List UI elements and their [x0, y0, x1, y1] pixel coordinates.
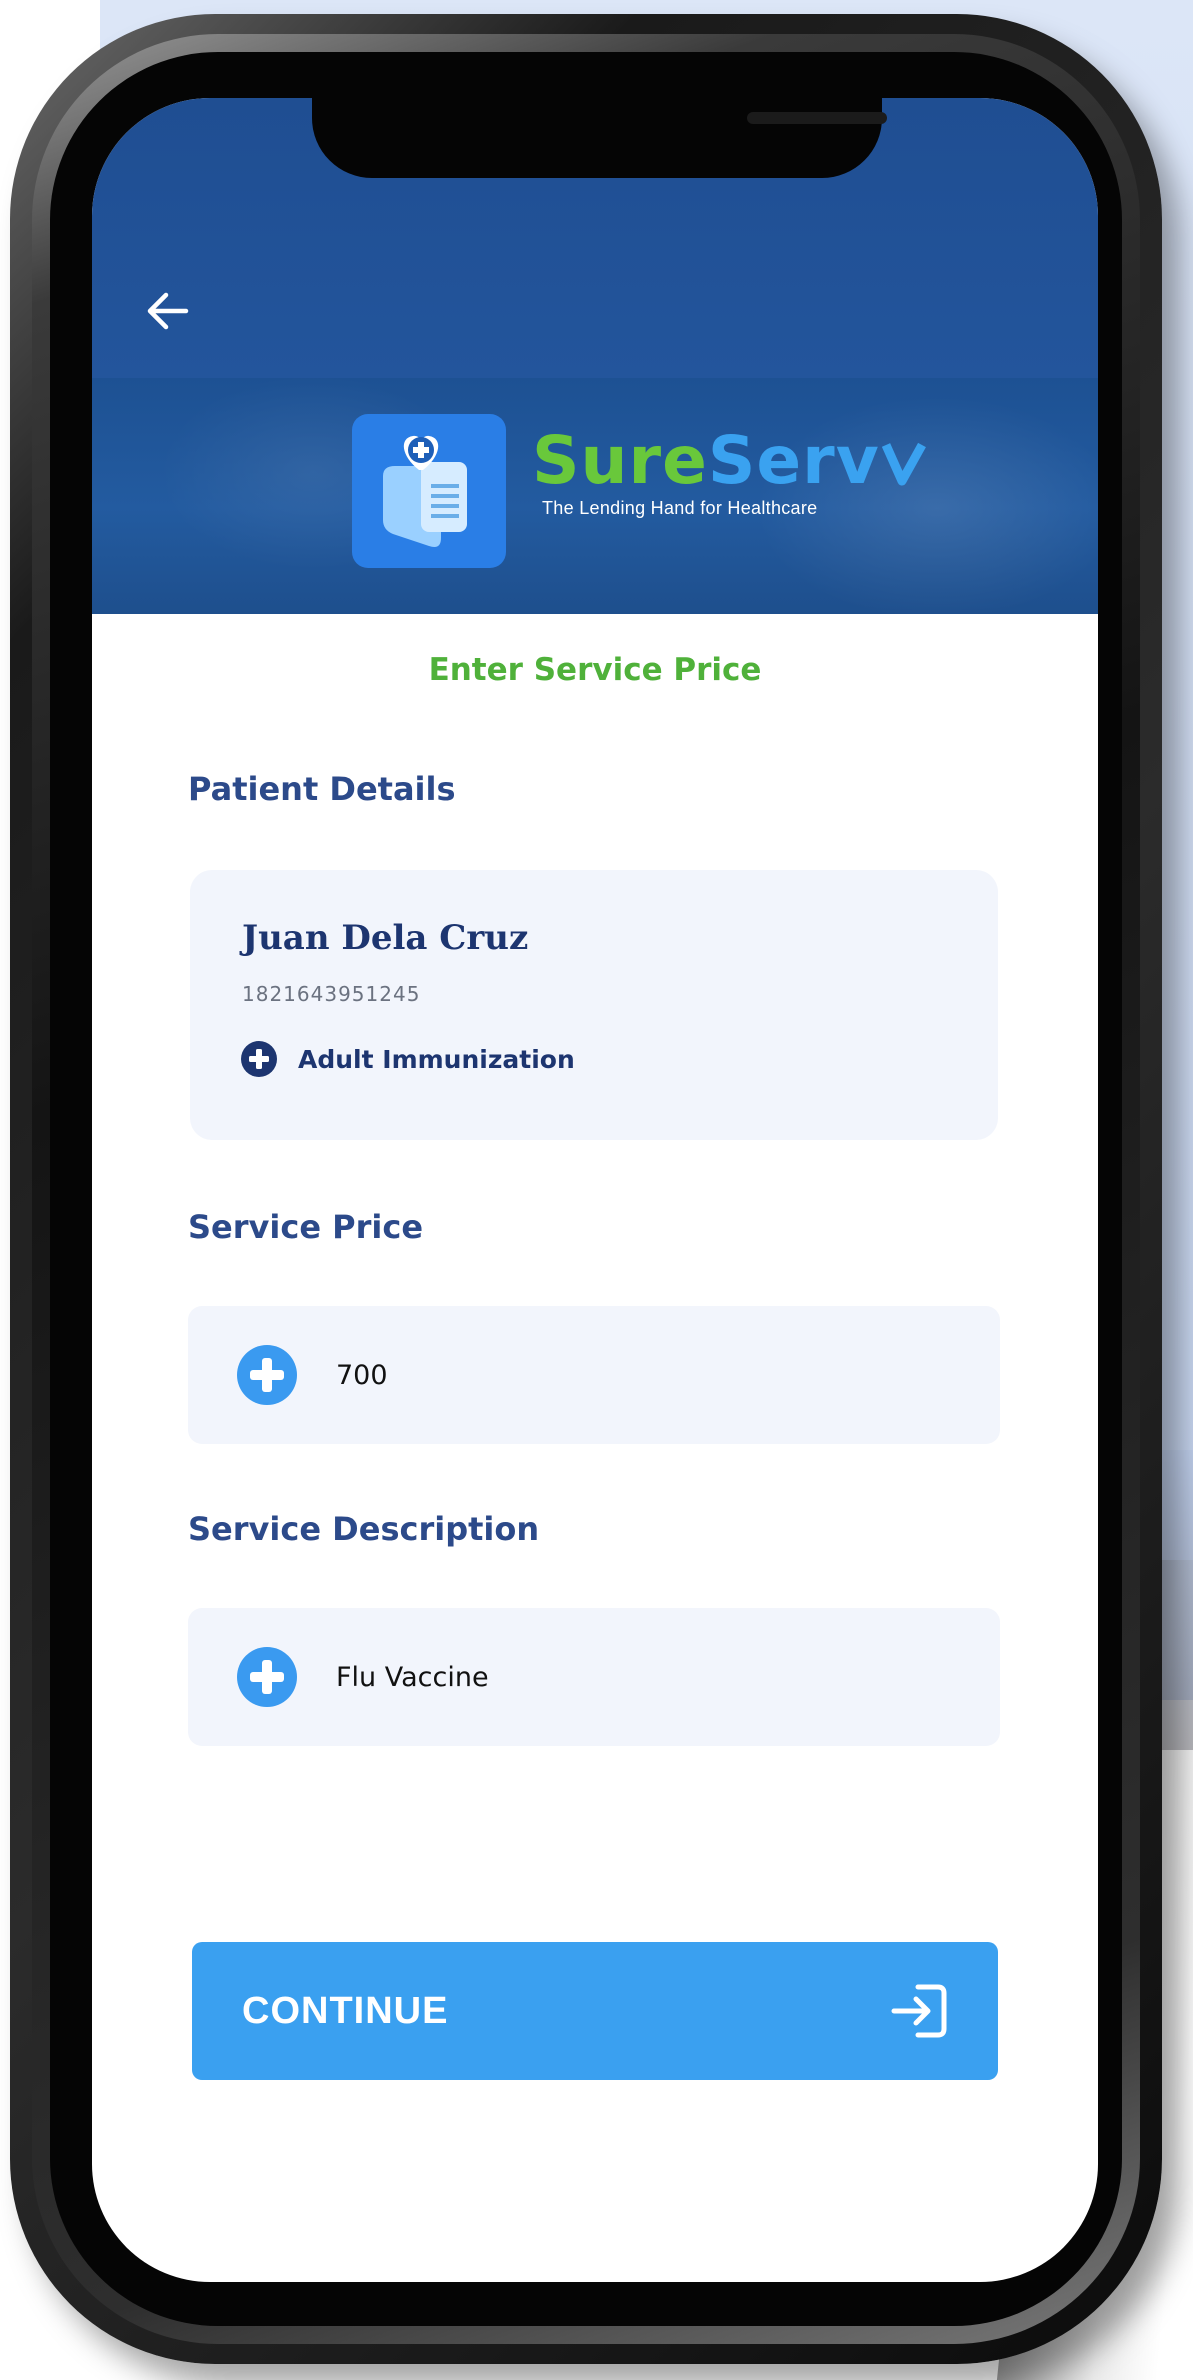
patient-card: Juan Dela Cruz 1821643951245 Adult Immun… — [190, 870, 998, 1140]
page-title: Enter Service Price — [428, 652, 762, 688]
plus-circle-icon — [237, 1647, 297, 1707]
app-logo — [352, 414, 506, 568]
brand-wordmark: SureServ The Lending Hand for Healthcare — [532, 426, 926, 519]
speaker-grille — [747, 112, 887, 124]
phone-screen: SureServ The Lending Hand for Healthcare… — [92, 98, 1098, 2282]
checkmark-icon — [881, 442, 926, 486]
sign-in-icon — [891, 1984, 947, 2038]
patient-service-tag: Adult Immunization — [240, 1040, 575, 1078]
phone-notch — [312, 98, 887, 178]
service-price-input[interactable] — [334, 1358, 898, 1392]
patient-service-label: Adult Immunization — [298, 1044, 575, 1074]
phone-frame: SureServ The Lending Hand for Healthcare… — [10, 14, 1162, 2364]
brand-tagline: The Lending Hand for Healthcare — [542, 498, 818, 518]
plus-circle-icon — [237, 1345, 297, 1405]
plus-circle-icon — [241, 1041, 277, 1077]
brand-banner: SureServ The Lending Hand for Healthcare — [92, 378, 1098, 614]
service-description-input[interactable] — [334, 1660, 898, 1694]
service-price-label: Service Price — [188, 1208, 424, 1246]
continue-label: CONTINUE — [242, 1989, 449, 2032]
arrow-left-icon — [147, 292, 189, 330]
patient-name: Juan Dela Cruz — [242, 918, 529, 958]
service-description-label: Service Description — [188, 1510, 540, 1548]
brand-name-sure: Sure — [532, 422, 708, 499]
continue-button[interactable]: CONTINUE — [192, 1942, 998, 2080]
medical-heart-document-icon — [383, 435, 467, 547]
patient-details-label: Patient Details — [188, 770, 456, 808]
service-price-field[interactable] — [188, 1306, 1000, 1444]
back-button[interactable] — [134, 278, 200, 344]
patient-id: 1821643951245 — [242, 982, 421, 1006]
brand-name-serv: Serv — [707, 422, 880, 499]
app-header — [92, 98, 1098, 378]
service-description-field[interactable] — [188, 1608, 1000, 1746]
